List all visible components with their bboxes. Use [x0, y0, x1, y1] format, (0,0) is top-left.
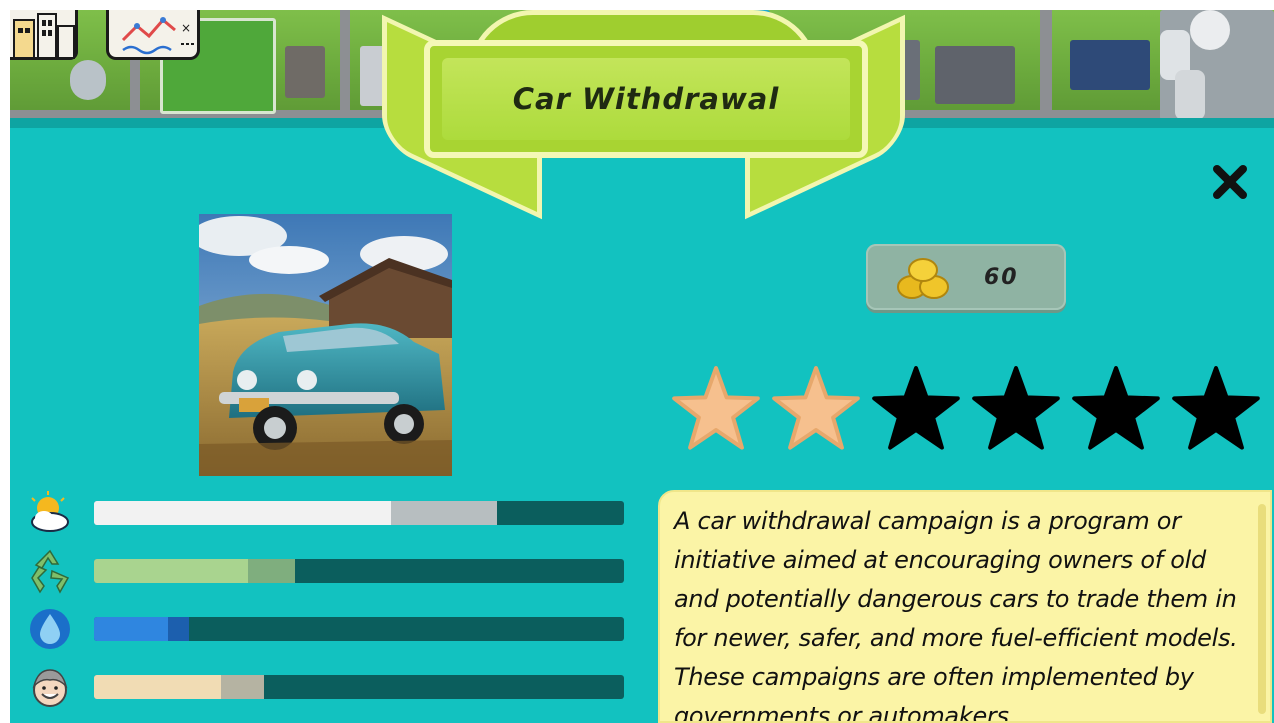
event-description: A car withdrawal campaign is a program o… [674, 507, 1238, 723]
coin-cost-box: 60 [866, 244, 1066, 310]
stat-bar-fill [94, 559, 248, 583]
stat-row-water [24, 606, 624, 652]
stat-bar-recycling [94, 559, 624, 583]
stat-bar-fill [94, 501, 391, 525]
buildings-button[interactable] [10, 10, 78, 60]
stat-bar-fill [94, 675, 222, 699]
statistics-button[interactable]: × [106, 10, 200, 60]
weather-icon [24, 490, 76, 536]
buildings-icon [13, 13, 75, 59]
stat-bar-fill [94, 617, 169, 641]
star-empty-icon [872, 366, 960, 450]
vintage-car-image [199, 214, 452, 476]
stat-row-weather [24, 490, 624, 536]
star-filled-icon [672, 366, 760, 450]
description-box[interactable]: A car withdrawal campaign is a program o… [658, 490, 1272, 723]
star-filled-icon [772, 366, 860, 450]
recycle-icon [24, 548, 76, 594]
stat-bar-happiness [94, 675, 624, 699]
event-image [199, 214, 452, 476]
title-banner: Car Withdrawal [424, 40, 868, 158]
coin-cost-value: 60 [984, 264, 1019, 290]
citizen-face-icon [24, 664, 76, 710]
stat-bar-weather [94, 501, 624, 525]
svg-text:×: × [181, 21, 191, 35]
stat-row-recycling [24, 548, 624, 594]
star-empty-icon [972, 366, 1060, 450]
stat-row-happiness [24, 664, 624, 710]
close-button[interactable] [1208, 160, 1252, 204]
coins-icon [897, 258, 949, 299]
water-drop-icon [24, 606, 76, 652]
stat-bar-water [94, 617, 624, 641]
close-icon [1213, 165, 1247, 199]
description-scrollbar[interactable] [1258, 504, 1266, 714]
star-empty-icon [1072, 366, 1160, 450]
event-title: Car Withdrawal [512, 82, 780, 116]
star-empty-icon [1172, 366, 1260, 450]
rating-stars [670, 362, 1262, 458]
chart-icon: × [121, 17, 195, 55]
